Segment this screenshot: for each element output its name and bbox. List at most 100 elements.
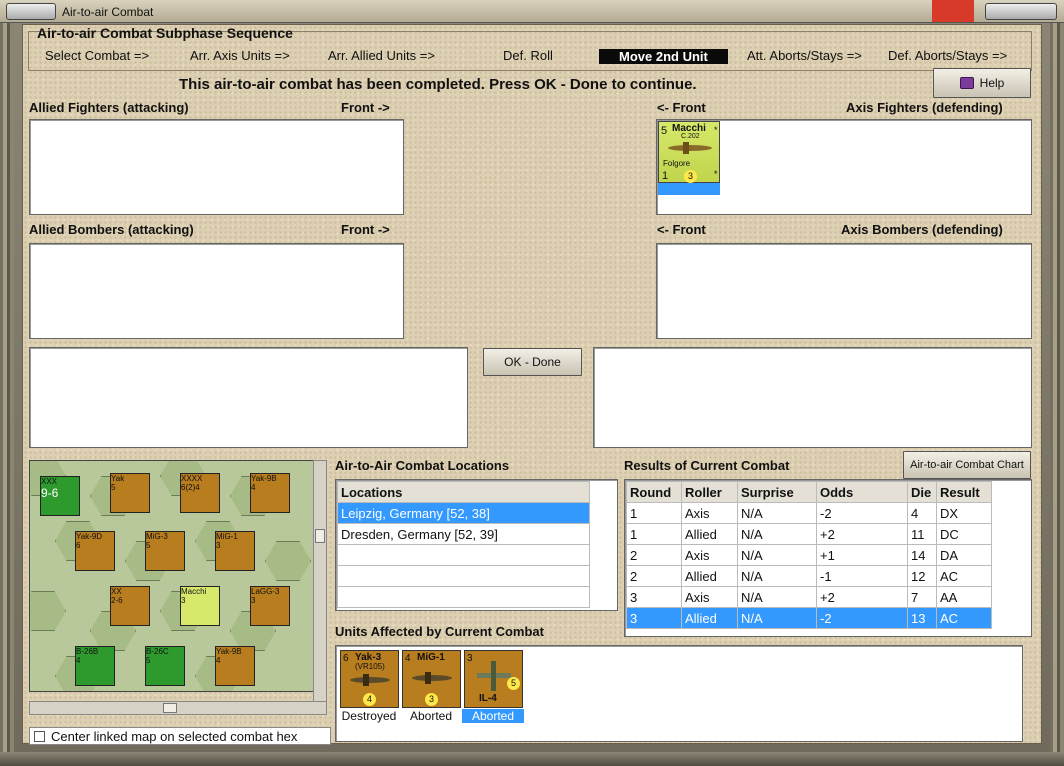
help-book-icon <box>959 77 974 89</box>
macchi-unit-counter[interactable]: 5 Macchi * C.202 Folgore 1 3 * <box>658 121 720 183</box>
location-row[interactable]: Leipzig, Germany [52, 38] <box>337 502 590 524</box>
linked-map[interactable]: XXX 9-6 Yak 5 XXXX 6(2)4 Yak-9B 4 Yak-9D 6 Mi… <box>29 460 319 692</box>
title-bar[interactable]: Air-to-air Combat <box>0 0 1064 23</box>
combat-panel: Air-to-air Combat Subphase Sequence Sele… <box>22 24 1042 745</box>
locations-title: Air-to-Air Combat Locations <box>335 458 510 473</box>
fighter-plane-icon <box>668 142 712 154</box>
map-unit-counter[interactable]: LaGG-3 3 <box>250 586 290 626</box>
results-header-roller: Roller <box>681 481 738 503</box>
results-header-result: Result <box>936 481 992 503</box>
map-unit-counter[interactable]: Yak-9B 4 <box>250 473 290 513</box>
sequence-title: Air-to-air Combat Subphase Sequence <box>37 25 293 41</box>
unit-nickname: Folgore <box>663 159 691 168</box>
unit-bottom-left: 1 <box>662 170 669 182</box>
map-unit-counter[interactable]: XXX 9-6 <box>40 476 80 516</box>
results-row[interactable]: 3 Allied N/A -2 13 AC <box>626 607 992 629</box>
seq-step-def-aborts: Def. Aborts/Stays => <box>888 48 1008 63</box>
allied-message-box <box>29 347 468 448</box>
map-unit-counter[interactable]: XXXX 6(2)4 <box>180 473 220 513</box>
affected-unit-status: Aborted <box>462 709 524 723</box>
unit-marker: * <box>714 125 718 135</box>
air-combat-chart-button[interactable]: Air-to-air Combat Chart <box>903 451 1031 479</box>
window-title: Air-to-air Combat <box>62 5 154 19</box>
affected-unit-status: Aborted <box>409 709 453 723</box>
results-row[interactable]: 3 Axis N/A +2 7 AA <box>626 586 992 608</box>
map-unit-counter[interactable]: Yak-9B 4 <box>215 646 255 686</box>
affected-unit-counter[interactable]: 3 IL-4 5 <box>464 650 523 708</box>
results-row[interactable]: 2 Allied N/A -1 12 AC <box>626 565 992 587</box>
window-control-button[interactable] <box>985 3 1057 20</box>
axis-bombers-label: Axis Bombers (defending) <box>841 222 1003 237</box>
bottom-border <box>0 752 1064 766</box>
location-row[interactable] <box>337 544 590 566</box>
ok-done-button[interactable]: OK - Done <box>483 348 582 376</box>
results-row[interactable]: 2 Axis N/A +1 14 DA <box>626 544 992 566</box>
location-row[interactable]: Dresden, Germany [52, 39] <box>337 523 590 545</box>
allied-fighters-front: Front -> <box>341 100 390 115</box>
unit-bottom-value: 3 <box>684 170 697 183</box>
map-vertical-scroll-thumb[interactable] <box>315 529 325 543</box>
unit-selection-bar <box>658 183 720 195</box>
results-row[interactable]: 1 Allied N/A +2 11 DC <box>626 523 992 545</box>
axis-fighters-front: <- Front <box>657 100 706 115</box>
location-row[interactable] <box>337 586 590 608</box>
results-title: Results of Current Combat <box>624 458 790 473</box>
seq-step-att-aborts: Att. Aborts/Stays => <box>747 48 862 63</box>
map-unit-counter[interactable]: MiG-3 5 <box>145 531 185 571</box>
system-menu-button[interactable] <box>6 3 56 20</box>
axis-bombers-box[interactable] <box>656 243 1032 339</box>
map-unit-counter[interactable]: B-26B 4 <box>75 646 115 686</box>
seq-step-def-roll: Def. Roll <box>503 48 553 63</box>
locations-list[interactable]: Locations Leipzig, Germany [52, 38] Dres… <box>335 479 618 611</box>
axis-fighters-box[interactable]: 5 Macchi * C.202 Folgore 1 3 * <box>656 119 1032 215</box>
fighter-plane-icon <box>350 674 390 686</box>
seq-step-arr-allied: Arr. Allied Units => <box>328 48 435 63</box>
allied-bombers-label: Allied Bombers (attacking) <box>29 222 194 237</box>
center-map-checkbox-row[interactable]: Center linked map on selected combat hex <box>29 727 331 745</box>
allied-bombers-front: Front -> <box>341 222 390 237</box>
axis-fighters-label: Axis Fighters (defending) <box>846 100 1003 115</box>
help-button[interactable]: Help <box>933 68 1031 98</box>
allied-bombers-box[interactable] <box>29 243 404 339</box>
help-button-label: Help <box>979 76 1005 90</box>
affected-units-box[interactable]: 6 Yak-3 (VR105) 4 Destroyed 4 MiG-1 3 Ab… <box>335 645 1023 742</box>
location-row[interactable] <box>337 565 590 587</box>
status-message: This air-to-air combat has been complete… <box>179 76 697 93</box>
map-unit-counter[interactable]: B-26C 5 <box>145 646 185 686</box>
affected-unit-counter[interactable]: 4 MiG-1 3 <box>402 650 461 708</box>
unit-attack-value: 5 <box>661 125 668 137</box>
results-table-box[interactable]: Round Roller Surprise Odds Die Result 1A… <box>624 479 1032 637</box>
map-unit-counter[interactable]: Yak-9D 6 <box>75 531 115 571</box>
map-unit-counter[interactable]: Macchi 3 <box>180 586 220 626</box>
seq-step-arr-axis: Arr. Axis Units => <box>190 48 290 63</box>
bomber-plane-icon <box>477 661 511 691</box>
results-header-die: Die <box>907 481 937 503</box>
axis-bombers-front: <- Front <box>657 222 706 237</box>
seq-step-move-2nd-unit: Move 2nd Unit <box>599 49 728 64</box>
affected-unit-status: Destroyed <box>341 709 397 723</box>
axis-message-box <box>593 347 1032 448</box>
map-vertical-scrollbar[interactable] <box>313 460 327 702</box>
map-unit-counter[interactable]: XX 2-6 <box>110 586 150 626</box>
affected-title: Units Affected by Current Combat <box>335 624 544 639</box>
map-unit-counter[interactable]: Yak 5 <box>110 473 150 513</box>
center-map-checkbox[interactable] <box>34 731 45 742</box>
results-row[interactable]: 1 Axis N/A -2 4 DX <box>626 502 992 524</box>
left-border-pillar <box>0 23 14 766</box>
fighter-plane-icon <box>412 672 452 684</box>
unit-marker-bottom: * <box>714 169 718 179</box>
map-hex <box>30 591 66 631</box>
results-header-surprise: Surprise <box>737 481 817 503</box>
locations-header: Locations <box>337 481 590 503</box>
map-hex <box>265 541 311 581</box>
allied-fighters-label: Allied Fighters (attacking) <box>29 100 189 115</box>
results-header-odds: Odds <box>816 481 908 503</box>
map-horizontal-scroll-thumb[interactable] <box>163 703 177 713</box>
affected-unit-counter[interactable]: 6 Yak-3 (VR105) 4 <box>340 650 399 708</box>
map-horizontal-scrollbar[interactable] <box>29 701 327 715</box>
map-unit-counter[interactable]: MiG-1 3 <box>215 531 255 571</box>
close-icon[interactable] <box>932 0 974 22</box>
seq-step-select-combat: Select Combat => <box>45 48 150 63</box>
allied-fighters-box[interactable] <box>29 119 404 215</box>
unit-model: C.202 <box>681 133 700 140</box>
